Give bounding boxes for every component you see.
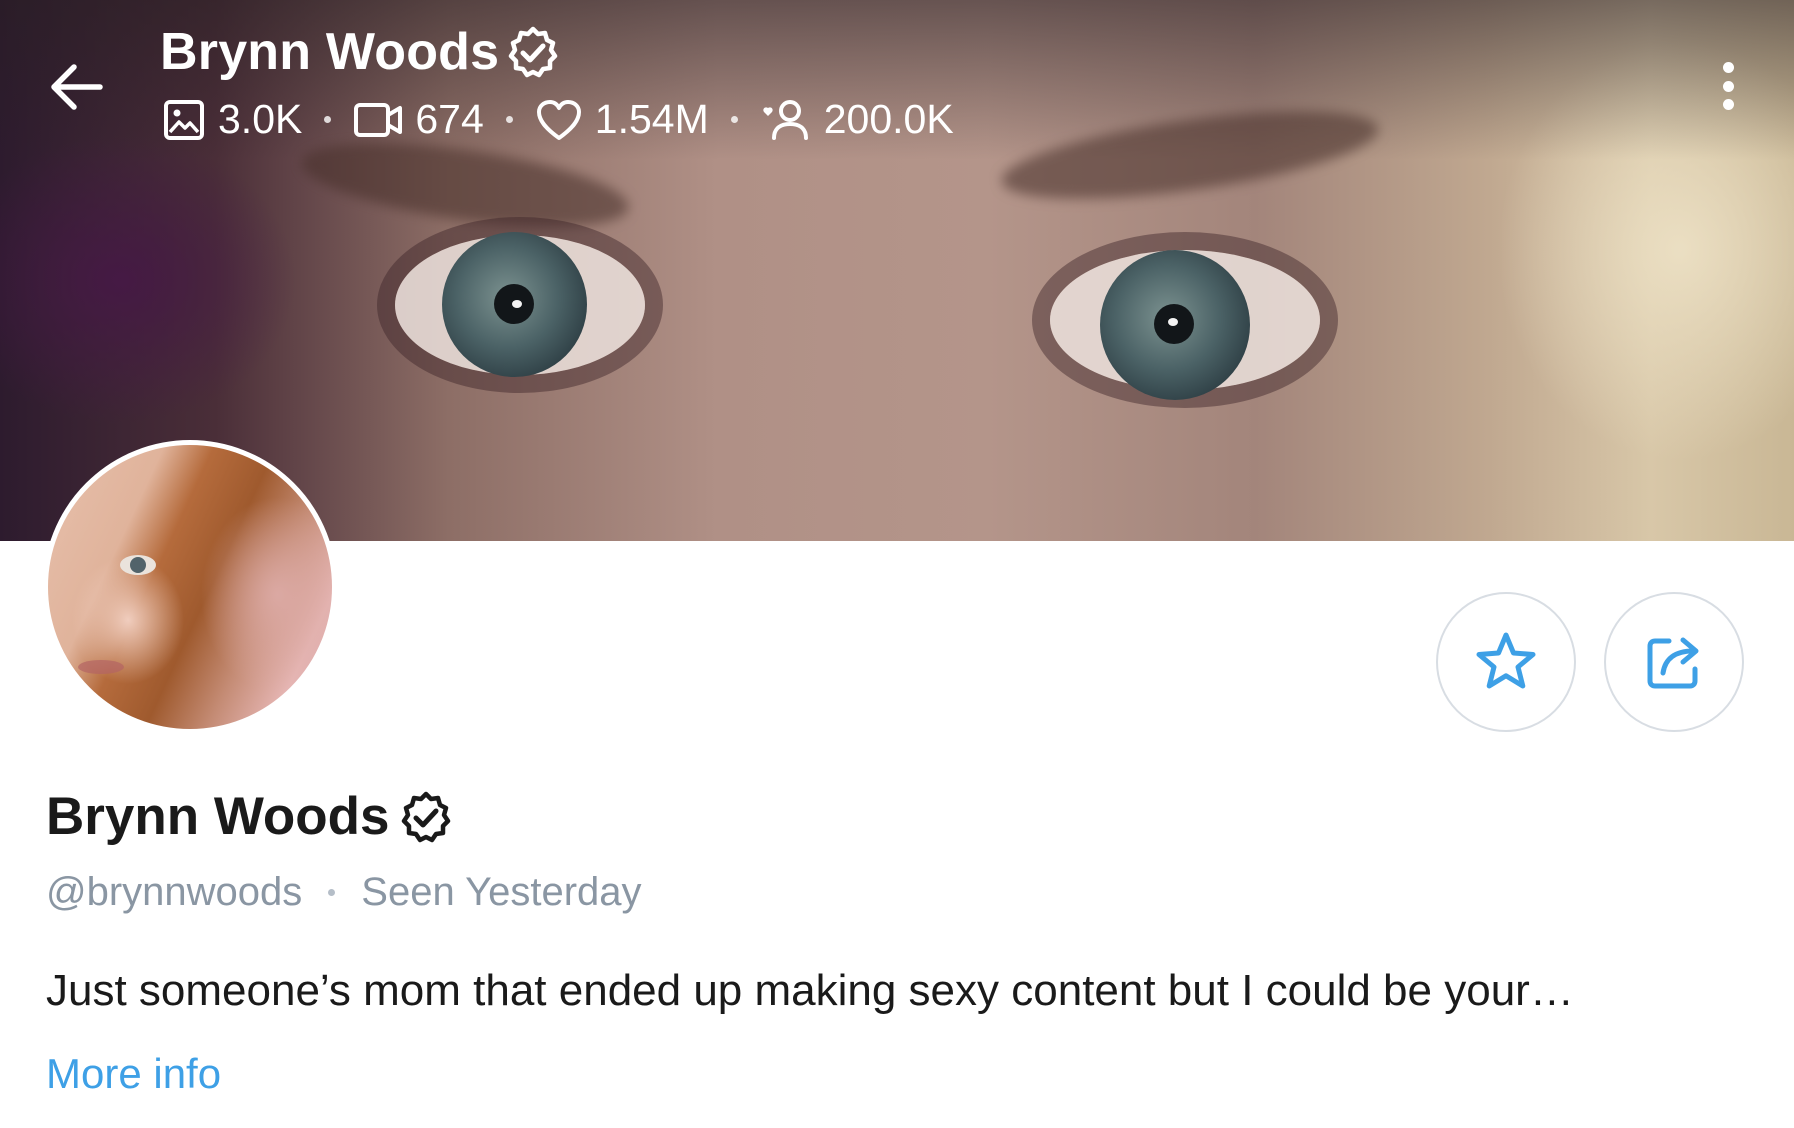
stat-separator <box>505 116 513 123</box>
cover-right-glint <box>1168 318 1178 326</box>
more-info-link[interactable]: More info <box>46 1050 221 1098</box>
star-icon <box>1476 632 1536 689</box>
header-title: Brynn Woods <box>160 22 561 82</box>
cover-left-glint <box>512 300 522 308</box>
stat-photos[interactable]: 3.0K <box>162 96 302 143</box>
back-button[interactable] <box>42 52 112 122</box>
last-seen-status: Seen Yesterday <box>361 870 642 914</box>
avatar-iris <box>130 557 146 573</box>
more-options-button[interactable] <box>1706 56 1750 116</box>
share-button[interactable] <box>1604 592 1744 732</box>
image-icon <box>162 98 206 142</box>
avatar-lip <box>78 660 124 674</box>
header-name: Brynn Woods <box>160 23 500 81</box>
heart-icon <box>535 98 583 142</box>
profile-bio: Just someone’s mom that ended up making … <box>46 966 1574 1015</box>
stat-fans[interactable]: 200.0K <box>760 96 954 143</box>
stat-likes[interactable]: 1.54M <box>535 96 709 143</box>
header-stats: 3.0K 674 1.54M 200.0K <box>162 96 954 143</box>
more-vertical-icon-dot <box>1722 99 1734 110</box>
stat-photos-value: 3.0K <box>218 96 303 142</box>
share-icon <box>1647 637 1699 689</box>
avatar[interactable] <box>43 440 337 734</box>
profile-subline: @brynnwoods Seen Yesterday <box>46 870 642 915</box>
profile-handle: @brynnwoods <box>46 870 303 914</box>
stat-videos-value: 674 <box>415 96 484 142</box>
stat-videos[interactable]: 674 <box>353 96 484 143</box>
stat-separator <box>324 116 332 123</box>
verified-badge-icon <box>401 791 450 842</box>
video-icon <box>353 100 403 140</box>
stat-separator <box>730 116 738 123</box>
profile-name-row: Brynn Woods <box>46 786 454 847</box>
stat-likes-value: 1.54M <box>594 96 709 142</box>
fans-icon <box>760 98 812 142</box>
add-to-favorites-button[interactable] <box>1436 592 1576 732</box>
back-arrow-icon <box>51 64 103 110</box>
more-vertical-icon <box>1722 62 1734 73</box>
stat-fans-value: 200.0K <box>823 96 954 142</box>
verified-badge-icon <box>509 26 558 78</box>
subline-separator <box>328 889 336 896</box>
more-vertical-icon-dot <box>1722 80 1734 92</box>
profile-name: Brynn Woods <box>46 787 390 846</box>
